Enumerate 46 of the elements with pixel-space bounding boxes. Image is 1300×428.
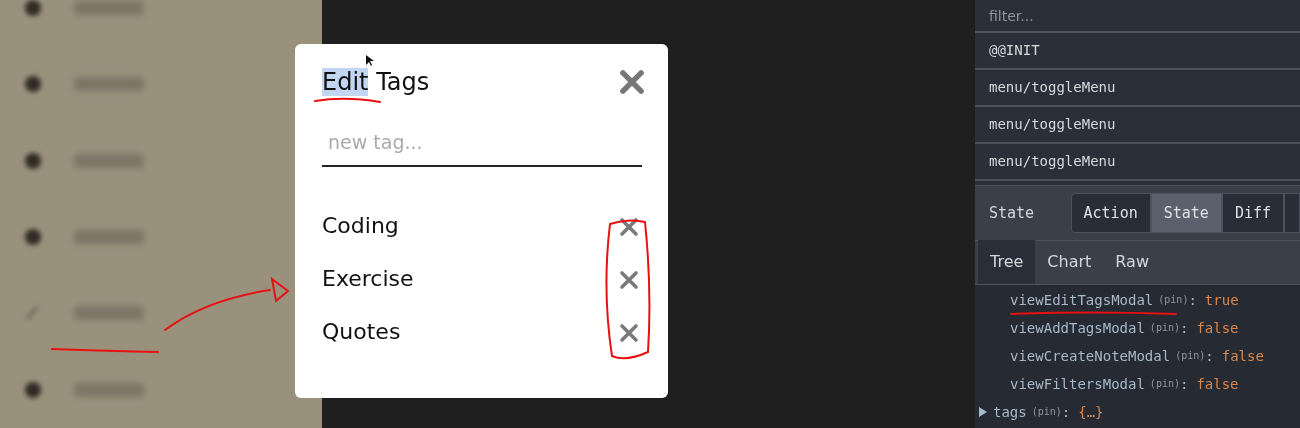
colon-text: : [1188, 292, 1197, 308]
tag-label: Coding [322, 211, 399, 240]
tree-key: viewEditTagsModal [1010, 292, 1154, 308]
pin-link[interactable]: (pin) [1149, 320, 1180, 336]
toggle-button[interactable]: State [1150, 193, 1222, 233]
pin-link[interactable]: (pin) [1158, 292, 1189, 308]
dialog-title: Edit Tags [322, 67, 430, 98]
action-item[interactable]: menu/toggleMenu [975, 70, 1300, 107]
pin-link[interactable]: (pin) [1149, 376, 1180, 392]
tab[interactable]: Raw [1103, 240, 1161, 284]
toggle-button[interactable]: Action [1070, 193, 1151, 233]
section-label: State [989, 202, 1036, 224]
pin-link[interactable]: (pin) [1175, 348, 1206, 364]
colon-text: : [1179, 376, 1189, 392]
tree-value: false [1196, 320, 1239, 336]
hand-drawn-underline [314, 97, 381, 103]
blurred-label [74, 1, 144, 16]
tab[interactable]: Chart [1035, 240, 1104, 284]
blurred-label [74, 77, 144, 92]
action-item[interactable]: menu/toggleMenu [975, 107, 1300, 144]
pin-link[interactable]: (pin) [1031, 404, 1062, 420]
tab[interactable]: Tree [978, 240, 1036, 284]
action-item[interactable]: @@INIT [975, 33, 1300, 70]
tree-value: false [1196, 376, 1239, 392]
action-item[interactable]: menu/toggleMenu [975, 144, 1300, 181]
tree-key: viewAddTagsModal [1010, 320, 1145, 336]
colon-text: : [1205, 348, 1214, 364]
close-button[interactable] [619, 69, 645, 95]
toggle-button[interactable] [1284, 193, 1300, 233]
tree-key: tags [993, 404, 1027, 420]
mouse-cursor-icon [366, 55, 374, 67]
tree-key: viewFiltersModal [1010, 376, 1145, 392]
colon-text: : [1179, 320, 1189, 336]
colon-text: : [1061, 404, 1071, 420]
tree-key: viewCreateNoteModal [1010, 348, 1171, 364]
expand-arrow-icon[interactable] [979, 407, 987, 417]
toggle-button[interactable]: Diff [1221, 193, 1284, 233]
blurred-label [74, 230, 144, 245]
tag-label: Quotes [322, 317, 401, 346]
tag-label: Exercise [322, 264, 414, 293]
tree-value: false [1221, 348, 1264, 364]
blurred-label [74, 382, 144, 397]
blurred-label [74, 306, 144, 321]
blurred-label [74, 153, 144, 168]
tree-value: true [1204, 292, 1239, 308]
tree-value: {…} [1078, 404, 1104, 420]
